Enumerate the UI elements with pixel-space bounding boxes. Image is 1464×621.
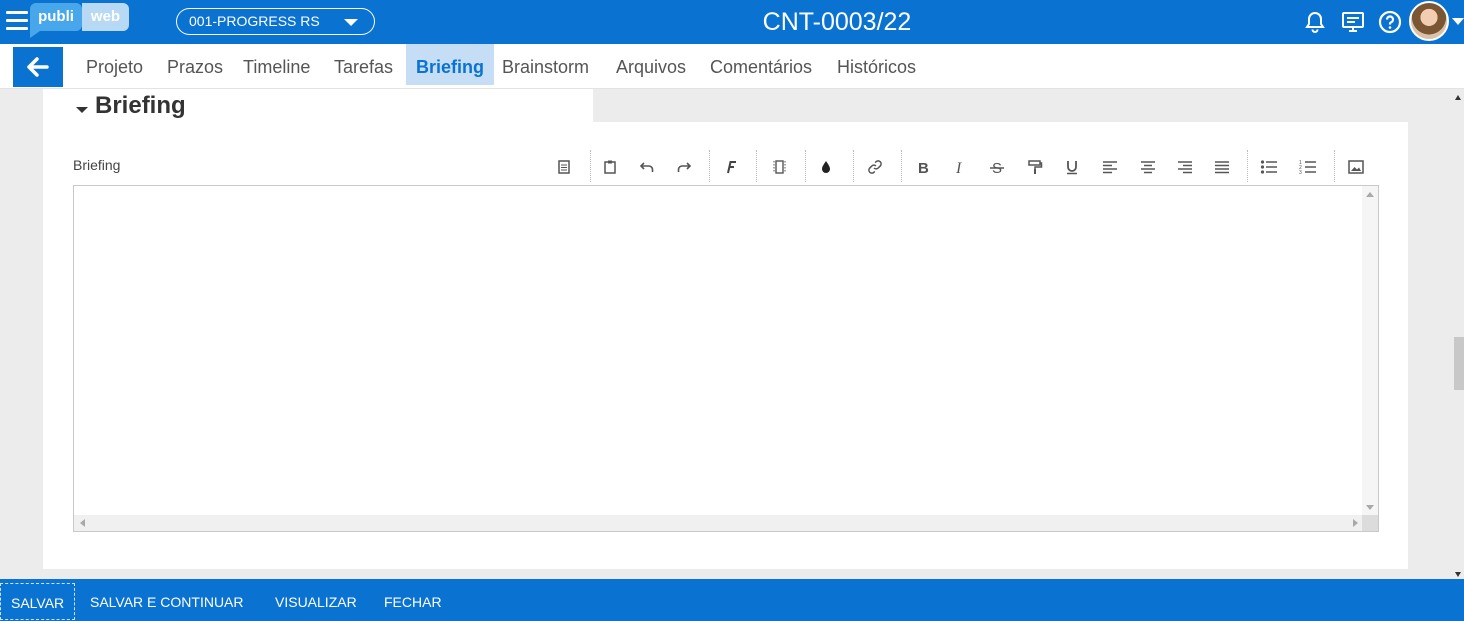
color-icon[interactable] [815, 156, 837, 178]
toolbar-separator [590, 150, 591, 182]
svg-text:B: B [918, 160, 929, 175]
italic-icon[interactable]: I [949, 156, 971, 178]
chevron-down-icon [344, 19, 358, 26]
toolbar-separator [1247, 150, 1248, 182]
back-button[interactable] [13, 47, 63, 87]
editor-content[interactable] [82, 194, 1354, 507]
editor-vertical-scrollbar[interactable] [1362, 186, 1378, 516]
tab-historicos[interactable]: Históricos [827, 44, 926, 85]
section-title[interactable]: Briefing [95, 92, 186, 120]
tab-tarefas[interactable]: Tarefas [324, 44, 403, 85]
logo-publi: publi [30, 3, 82, 38]
footer-action-bar: SALVAR SALVAR E CONTINUAR VISUALIZAR FEC… [0, 579, 1464, 621]
page-scroll-up-icon[interactable] [1455, 95, 1461, 100]
tab-briefing[interactable]: Briefing [406, 44, 495, 85]
align-left-icon[interactable] [1099, 156, 1121, 178]
undo-icon[interactable] [636, 156, 658, 178]
save-button[interactable]: SALVAR [0, 583, 76, 620]
toolbar-separator [901, 150, 902, 182]
briefing-field-label: Briefing [73, 157, 121, 173]
save-continue-button[interactable]: SALVAR E CONTINUAR [80, 583, 254, 620]
bell-icon[interactable] [1303, 10, 1327, 34]
html-block-icon[interactable] [768, 156, 790, 178]
page-scroll-thumb[interactable] [1454, 337, 1464, 390]
paste-icon[interactable] [599, 156, 621, 178]
client-select-value: 001-PROGRESS RS [189, 13, 320, 29]
avatar[interactable] [1409, 1, 1449, 41]
tab-brainstorm[interactable]: Brainstorm [492, 44, 599, 85]
align-right-icon[interactable] [1174, 156, 1196, 178]
scroll-down-icon[interactable] [1366, 505, 1374, 510]
presentation-icon[interactable] [1341, 10, 1365, 34]
scroll-right-icon[interactable] [1353, 519, 1358, 527]
toolbar-separator [805, 150, 806, 182]
toolbar-separator [1334, 150, 1335, 182]
source-icon[interactable] [553, 156, 575, 178]
scroll-left-icon[interactable] [80, 519, 85, 527]
page-scrollbar[interactable] [1452, 89, 1464, 579]
tab-timeline[interactable]: Timeline [233, 44, 320, 85]
user-menu-chevron-icon[interactable] [1452, 18, 1464, 25]
underline-icon[interactable] [1061, 156, 1083, 178]
logo-web: web [82, 3, 129, 31]
preview-button[interactable]: VISUALIZAR [265, 583, 367, 620]
font-icon[interactable] [720, 156, 742, 178]
tab-projeto[interactable]: Projeto [76, 44, 153, 85]
scroll-up-icon[interactable] [1366, 192, 1374, 197]
arrow-left-icon [27, 57, 49, 77]
help-icon[interactable] [1378, 10, 1402, 34]
toolbar-separator [853, 150, 854, 182]
justify-icon[interactable] [1211, 156, 1233, 178]
toolbar-separator [756, 150, 757, 182]
tab-arquivos[interactable]: Arquivos [606, 44, 696, 85]
redo-icon[interactable] [673, 156, 695, 178]
logo[interactable]: publi web [30, 3, 130, 38]
tab-prazos[interactable]: Prazos [157, 44, 233, 85]
collapse-caret-icon[interactable] [76, 107, 88, 113]
bold-icon[interactable]: B [912, 156, 934, 178]
align-center-icon[interactable] [1137, 156, 1159, 178]
menu-icon[interactable] [6, 11, 28, 31]
client-select[interactable]: 001-PROGRESS RS [176, 8, 375, 35]
tab-bar: Projeto Prazos Timeline Tarefas Briefing… [0, 44, 1464, 89]
svg-text:3: 3 [1299, 170, 1302, 175]
tab-comentarios[interactable]: Comentários [700, 44, 822, 85]
briefing-editor[interactable] [73, 185, 1379, 532]
toolbar-separator [709, 150, 710, 182]
strikethrough-icon[interactable]: S [986, 156, 1008, 178]
editor-toolbar: B I S 123 [548, 148, 1378, 184]
close-button[interactable]: FECHAR [374, 583, 452, 620]
page-scroll-down-icon[interactable] [1455, 572, 1461, 577]
numbered-list-icon[interactable]: 123 [1297, 156, 1319, 178]
link-icon[interactable] [864, 156, 886, 178]
svg-text:I: I [955, 160, 962, 175]
page-title: CNT-0003/22 [762, 8, 912, 36]
format-painter-icon[interactable] [1024, 156, 1046, 178]
editor-resize-corner [1362, 515, 1378, 531]
image-icon[interactable] [1345, 156, 1367, 178]
top-bar: publi web 001-PROGRESS RS CNT-0003/22 [0, 0, 1464, 44]
bullet-list-icon[interactable] [1258, 156, 1280, 178]
editor-horizontal-scrollbar[interactable] [74, 515, 1364, 531]
